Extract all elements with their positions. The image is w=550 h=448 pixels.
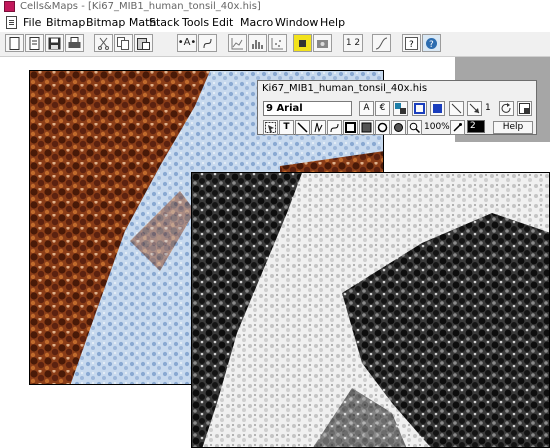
line-icon[interactable] [449, 101, 464, 116]
line-width-value: 1 [485, 103, 491, 113]
help-index-icon[interactable]: ? [402, 34, 421, 52]
svg-text:?: ? [429, 40, 434, 50]
copy-icon[interactable] [114, 34, 133, 52]
save-icon[interactable] [45, 34, 64, 52]
palette-help-button[interactable]: Help [493, 121, 533, 134]
curve-tool-icon[interactable] [198, 34, 217, 52]
palette-title: Ki67_MIB1_human_tonsil_40x.his [262, 83, 428, 94]
rectangle-fill-icon[interactable] [430, 101, 445, 116]
font-selector[interactable]: 9 Arial [263, 101, 352, 116]
curve-icon[interactable] [372, 34, 391, 52]
ellipse-fill-tool-icon[interactable] [391, 120, 406, 135]
rotate-icon[interactable] [499, 101, 514, 116]
menu-help[interactable]: Help [320, 14, 345, 32]
cut-icon[interactable] [94, 34, 113, 52]
paste-icon[interactable] [134, 34, 153, 52]
menu-bitmap-math[interactable]: Bitmap Math [86, 14, 156, 32]
currency-icon[interactable]: € [375, 101, 390, 116]
freehand-tool-icon[interactable] [311, 120, 326, 135]
font-size-icon[interactable]: A [359, 101, 374, 116]
histogram-icon[interactable] [248, 34, 267, 52]
zoom-ratio-icon[interactable]: 1 2 [343, 34, 363, 52]
text-tool-icon[interactable]: •A• [177, 34, 197, 52]
menu-file[interactable]: File [23, 14, 41, 32]
menu-bitmap[interactable]: Bitmap [46, 14, 85, 32]
color-swatch-icon[interactable] [393, 101, 408, 116]
main-toolbar: •A• 1 2 ? ? [0, 32, 550, 57]
window-title: Cells&Maps - [Ki67_MIB1_human_tonsil_40x… [20, 1, 261, 12]
menu-edit[interactable]: Edit [212, 14, 233, 32]
chart-icon[interactable] [228, 34, 247, 52]
bezier-tool-icon[interactable] [327, 120, 342, 135]
grayscale-image-window[interactable] [191, 172, 550, 448]
export-icon[interactable] [517, 101, 532, 116]
color-icon[interactable] [293, 34, 312, 52]
menu-stack[interactable]: Stack [149, 14, 179, 32]
rectangle-outline-icon[interactable] [412, 101, 427, 116]
app-logo-icon [4, 1, 15, 12]
print-icon[interactable] [65, 34, 84, 52]
title-bar: Cells&Maps - [Ki67_MIB1_human_tonsil_40x… [0, 0, 550, 14]
rect-tool-icon[interactable] [343, 120, 358, 135]
line-tool-icon[interactable] [295, 120, 310, 135]
open-doc-icon[interactable] [25, 34, 44, 52]
arrow-icon[interactable] [467, 101, 482, 116]
about-icon[interactable]: ? [422, 34, 441, 52]
menu-tools[interactable]: Tools [182, 14, 209, 32]
rect-fill-tool-icon[interactable] [359, 120, 374, 135]
color-value-box[interactable]: 2 [467, 120, 485, 133]
menu-macro[interactable]: Macro [240, 14, 273, 32]
ellipse-tool-icon[interactable] [375, 120, 390, 135]
zoom-tool-icon[interactable] [407, 120, 422, 135]
zoom-level: 100% [424, 122, 450, 132]
camera-icon[interactable] [313, 34, 332, 52]
select-tool-icon[interactable] [263, 120, 278, 135]
color-value-text: 2 [470, 121, 476, 131]
new-doc-icon[interactable] [5, 34, 24, 52]
svg-text:?: ? [409, 40, 414, 50]
text-tool-icon[interactable]: T [279, 120, 294, 135]
map-icon[interactable] [268, 34, 287, 52]
menu-window[interactable]: Window [275, 14, 318, 32]
eyedropper-icon[interactable] [450, 120, 465, 135]
document-menu-icon[interactable] [6, 16, 17, 29]
grayscale-image [192, 173, 549, 447]
